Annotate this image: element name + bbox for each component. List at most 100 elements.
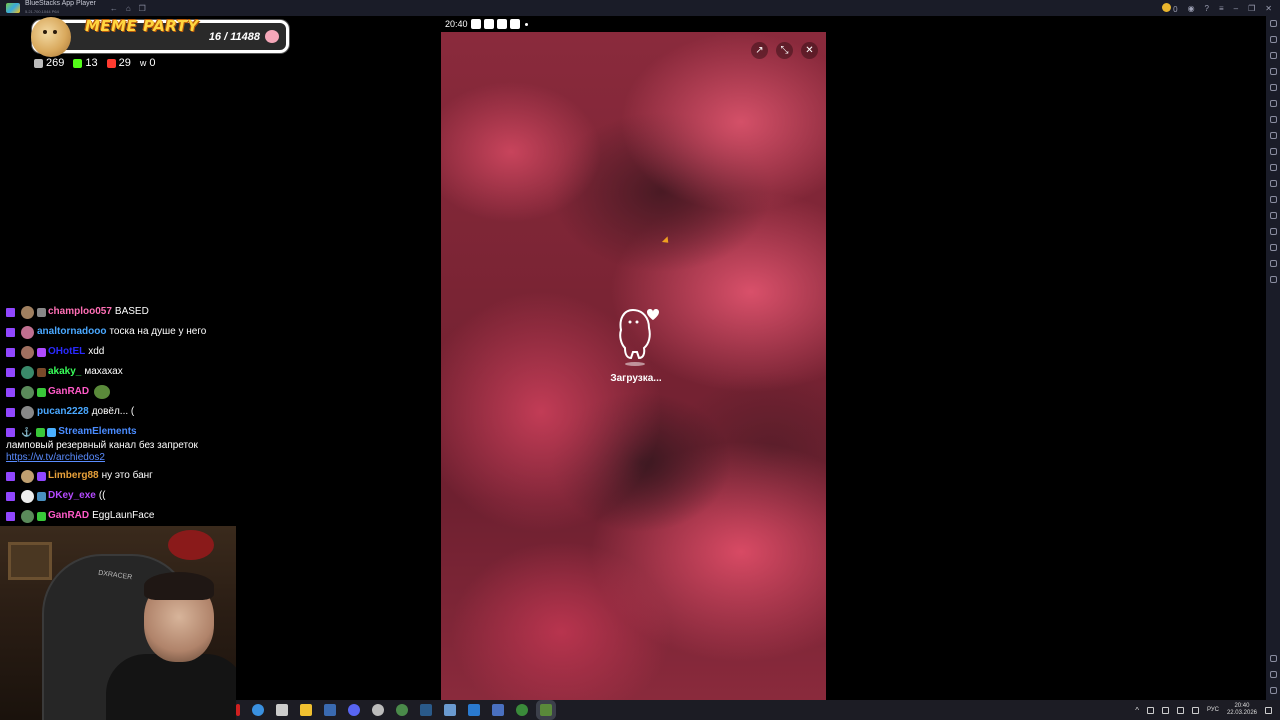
account-icon[interactable]: ◉: [1188, 4, 1195, 13]
chat-message-header: ⚓ StreamElements: [6, 424, 236, 440]
chat-link[interactable]: https://w.tv/archiedos2: [6, 452, 236, 464]
media-folder-icon[interactable]: [1269, 196, 1277, 203]
stat-value: 13: [85, 57, 98, 69]
pepe-emote-icon: [94, 385, 111, 399]
app-blue-icon[interactable]: [492, 704, 504, 716]
steam-icon[interactable]: [420, 704, 432, 716]
more-notifications-dot-icon: [524, 22, 528, 26]
background-object: [168, 530, 214, 560]
battery-icon[interactable]: [1191, 706, 1199, 714]
app-red-icon[interactable]: [236, 704, 240, 716]
record-icon[interactable]: [1269, 180, 1277, 187]
settings-gear-icon[interactable]: [372, 704, 384, 716]
input-language[interactable]: РУС: [1207, 707, 1219, 713]
notification-icon: [496, 19, 507, 29]
rotate-icon[interactable]: [1269, 84, 1277, 91]
chat-username: DKey_exe: [48, 490, 96, 501]
chat-message: akaky_ махахах: [6, 362, 236, 382]
w-icon: w: [139, 58, 147, 68]
location-icon[interactable]: [1269, 116, 1277, 123]
android-app-screen[interactable]: ↗ ⤡ ✕ Загрузка...: [441, 32, 826, 700]
chat-text: тоска на душе у него: [109, 326, 207, 337]
vk-live-icon: [106, 58, 116, 68]
network-icon[interactable]: [1146, 706, 1154, 714]
settings-icon[interactable]: [1269, 655, 1277, 662]
home-button-icon[interactable]: [1269, 687, 1277, 694]
chrome-icon[interactable]: [396, 704, 408, 716]
back-icon[interactable]: [1269, 671, 1277, 678]
more-icon[interactable]: [1269, 276, 1277, 283]
notes-icon[interactable]: [444, 704, 456, 716]
tabs-icon[interactable]: ❐: [139, 4, 146, 13]
gift-badge-icon: [37, 347, 46, 357]
user-icon[interactable]: [276, 704, 288, 716]
system-tray: ^ РУС 20:40 22.03.2026: [1135, 700, 1272, 720]
external-link-icon[interactable]: ↗: [751, 42, 768, 59]
folder-icon[interactable]: [300, 704, 312, 716]
chat-message: Limberg88 ну это банг: [6, 466, 236, 486]
coin-counter[interactable]: 0: [1161, 2, 1178, 14]
pig-icon: [265, 30, 279, 43]
microphone-icon[interactable]: [1161, 706, 1169, 714]
screenshot-icon[interactable]: [1269, 164, 1277, 171]
volume-icon[interactable]: [1269, 36, 1277, 43]
avatar: [21, 469, 34, 483]
chat-message: pucan2228 довёл... (: [6, 402, 236, 422]
tray-chevron-icon[interactable]: ^: [1135, 706, 1139, 715]
help-icon[interactable]: ?: [1205, 4, 1209, 13]
chat-message: ⚓ StreamElements ламповый резервный кана…: [6, 422, 236, 466]
chat-username: Limberg88: [48, 470, 99, 481]
minimize-icon[interactable]: –: [1234, 4, 1238, 13]
twitch-icon: [6, 471, 15, 481]
browser-icon[interactable]: [252, 704, 264, 716]
fullscreen-icon[interactable]: [1269, 20, 1277, 27]
kick-icon: [73, 58, 83, 68]
close-icon[interactable]: ✕: [1265, 4, 1272, 13]
home-icon[interactable]: ⌂: [126, 4, 131, 13]
chat-username: champloo057: [48, 306, 112, 317]
chat-text: BASED: [114, 306, 149, 317]
copy-icon[interactable]: [1269, 228, 1277, 235]
avatar: [21, 345, 34, 359]
speaker-icon[interactable]: [1176, 706, 1184, 714]
layers-icon[interactable]: [1269, 260, 1277, 267]
macro-icon[interactable]: [1269, 132, 1277, 139]
mail-icon[interactable]: [324, 704, 336, 716]
shake-icon[interactable]: [1269, 100, 1277, 107]
doge-icon: [31, 17, 71, 57]
eco-mode-icon[interactable]: [1269, 212, 1277, 219]
discord-icon[interactable]: [348, 704, 360, 716]
tray-date: 22.03.2026: [1226, 710, 1257, 716]
app-controls: ↗ ⤡ ✕: [751, 42, 818, 59]
collapse-icon[interactable]: ⤡: [776, 42, 793, 59]
badge-icon: [37, 511, 46, 521]
chat-username: StreamElements: [58, 426, 137, 437]
app-green-icon[interactable]: [516, 704, 528, 716]
avatar: [21, 385, 34, 399]
bluestacks-taskbar-icon[interactable]: [540, 704, 552, 716]
meme-party-widget: MEME PARTY 16 / 11488: [31, 17, 289, 57]
trash-icon[interactable]: [1269, 244, 1277, 251]
titlebar-nav: ← ⌂ ❐: [110, 4, 146, 13]
back-arrow-icon[interactable]: ←: [110, 4, 118, 13]
android-status-bar: 20:40: [441, 16, 826, 32]
restore-icon[interactable]: ❐: [1248, 4, 1255, 13]
notification-center-icon[interactable]: [1265, 706, 1272, 714]
tray-clock[interactable]: 20:40 22.03.2026: [1227, 703, 1257, 717]
notification-icon: [470, 19, 481, 29]
gamepad-icon[interactable]: [1269, 68, 1277, 75]
avatar: [21, 489, 34, 503]
twitch-icon: [6, 347, 15, 357]
keyboard-icon[interactable]: [1269, 52, 1277, 59]
chat-message: DKey_exe ((: [6, 486, 236, 506]
chat-message: champloo057 BASED: [6, 302, 236, 322]
desktop: BlueStacks App Player 5.21.700.1044 P64 …: [0, 0, 1280, 720]
menu-icon[interactable]: ≡: [1219, 4, 1224, 13]
close-app-icon[interactable]: ✕: [801, 42, 818, 59]
moderator-badge-icon: [36, 427, 46, 437]
multi-instance-icon[interactable]: [1269, 148, 1277, 155]
meme-party-count: 16 / 11488: [208, 31, 260, 43]
chat-text: ламповый резервный канал без запреток: [6, 440, 198, 451]
play-icon[interactable]: [468, 704, 480, 716]
stat-w: w0: [140, 57, 156, 69]
